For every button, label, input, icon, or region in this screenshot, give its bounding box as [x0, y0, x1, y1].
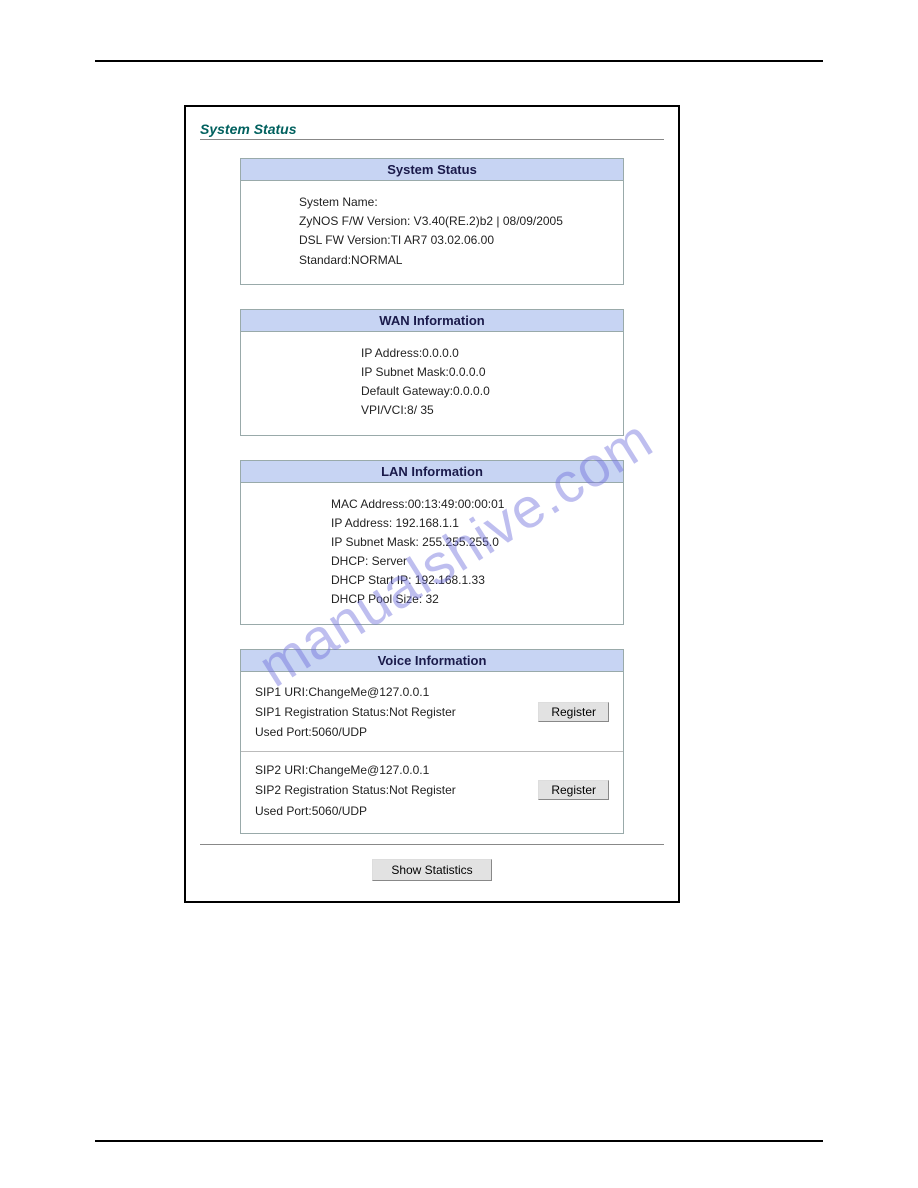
lan-dhcp-pool-row: DHCP Pool Size: 32 — [331, 590, 613, 609]
lan-header: LAN Information — [241, 461, 623, 483]
sip2-status-text: SIP2 Registration Status:Not Register — [255, 780, 538, 800]
standard-row: Standard:NORMAL — [299, 251, 613, 270]
wan-vpi-row: VPI/VCI:8/ 35 — [361, 401, 613, 420]
zynos-version-row: ZyNOS F/W Version: V3.40(RE.2)b2 | 08/09… — [299, 212, 613, 231]
voice-panel: Voice Information SIP1 URI:ChangeMe@127.… — [240, 649, 624, 834]
panels-container: System Status System Name: ZyNOS F/W Ver… — [240, 158, 624, 834]
sip1-port-row: Used Port:5060/UDP — [255, 722, 609, 742]
system-status-screenshot: System Status System Status System Name:… — [184, 105, 680, 903]
wan-body: IP Address:0.0.0.0 IP Subnet Mask:0.0.0.… — [241, 332, 623, 435]
system-status-header: System Status — [241, 159, 623, 181]
page-footer-rule — [95, 1140, 823, 1142]
voice-separator — [241, 751, 623, 752]
lan-mac-row: MAC Address:00:13:49:00:00:01 — [331, 495, 613, 514]
sip1-status-row: SIP1 Registration Status:Not Register Re… — [255, 702, 609, 722]
lan-body: MAC Address:00:13:49:00:00:01 IP Address… — [241, 483, 623, 624]
title-rule — [200, 139, 664, 140]
lan-ip-row: IP Address: 192.168.1.1 — [331, 514, 613, 533]
sip1-uri-row: SIP1 URI:ChangeMe@127.0.0.1 — [255, 682, 609, 702]
voice-body: SIP1 URI:ChangeMe@127.0.0.1 SIP1 Registr… — [241, 672, 623, 833]
wan-ip-row: IP Address:0.0.0.0 — [361, 344, 613, 363]
show-statistics-button[interactable]: Show Statistics — [372, 859, 491, 881]
sip2-port-row: Used Port:5060/UDP — [255, 801, 609, 821]
page-header-rule — [95, 60, 823, 62]
system-name-row: System Name: — [299, 193, 613, 212]
wan-subnet-row: IP Subnet Mask:0.0.0.0 — [361, 363, 613, 382]
sip2-register-button[interactable]: Register — [538, 780, 609, 800]
sip1-status-text: SIP1 Registration Status:Not Register — [255, 702, 538, 722]
lan-dhcp-row: DHCP: Server — [331, 552, 613, 571]
lan-subnet-row: IP Subnet Mask: 255.255.255.0 — [331, 533, 613, 552]
bottom-rule — [200, 844, 664, 845]
voice-header: Voice Information — [241, 650, 623, 672]
footer-button-row: Show Statistics — [200, 859, 664, 881]
lan-dhcp-start-row: DHCP Start IP: 192.168.1.33 — [331, 571, 613, 590]
system-status-body: System Name: ZyNOS F/W Version: V3.40(RE… — [241, 181, 623, 284]
lan-panel: LAN Information MAC Address:00:13:49:00:… — [240, 460, 624, 625]
wan-header: WAN Information — [241, 310, 623, 332]
system-status-panel: System Status System Name: ZyNOS F/W Ver… — [240, 158, 624, 285]
sip2-status-row: SIP2 Registration Status:Not Register Re… — [255, 780, 609, 800]
wan-gateway-row: Default Gateway:0.0.0.0 — [361, 382, 613, 401]
sip2-uri-row: SIP2 URI:ChangeMe@127.0.0.1 — [255, 760, 609, 780]
wan-panel: WAN Information IP Address:0.0.0.0 IP Su… — [240, 309, 624, 436]
page-title: System Status — [200, 121, 664, 137]
dsl-version-row: DSL FW Version:TI AR7 03.02.06.00 — [299, 231, 613, 250]
sip1-register-button[interactable]: Register — [538, 702, 609, 722]
